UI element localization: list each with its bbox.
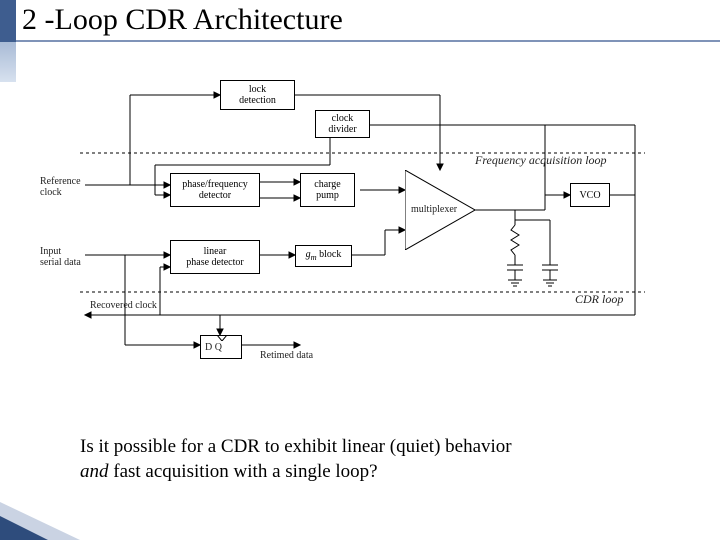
label-input-serial-data: Input serial data <box>40 246 90 268</box>
block-flipflop: D Q <box>200 335 242 359</box>
gm-label: gm block <box>306 249 342 262</box>
corner-accent <box>0 516 48 540</box>
title-bar: 2 -Loop CDR Architecture <box>16 0 720 42</box>
dq-label: D Q <box>205 342 222 353</box>
label-reference-clock: Reference clock <box>40 176 90 198</box>
block-charge-pump: charge pump <box>300 173 355 207</box>
caption-line1: Is it possible for a CDR to exhibit line… <box>80 436 512 457</box>
caption-line2: fast acquisition with a single loop? <box>109 461 378 482</box>
accent-top <box>0 0 16 42</box>
slide-title: 2 -Loop CDR Architecture <box>22 3 343 37</box>
accent-left <box>0 42 16 82</box>
label-recovered-clock: Recovered clock <box>90 300 157 311</box>
multiplexer-label: multiplexer <box>411 204 457 215</box>
caption-and: and <box>80 461 109 482</box>
slide-root: 2 -Loop CDR Architecture <box>0 0 720 540</box>
block-lock-detection: lock detection <box>220 80 295 110</box>
block-linear-pd: linear phase detector <box>170 240 260 274</box>
slide-caption: Is it possible for a CDR to exhibit line… <box>80 435 660 484</box>
block-multiplexer: multiplexer <box>405 170 475 250</box>
block-gm: gm block <box>295 245 352 267</box>
label-cdr-loop: CDR loop <box>575 292 623 307</box>
block-pfd: phase/frequency detector <box>170 173 260 207</box>
label-freq-loop: Frequency acquisition loop <box>475 153 607 168</box>
block-clock-divider: clock divider <box>315 110 370 138</box>
label-retimed-data: Retimed data <box>260 350 313 361</box>
block-diagram: lock detection clock divider phase/frequ… <box>70 70 660 380</box>
block-vco: VCO <box>570 183 610 207</box>
